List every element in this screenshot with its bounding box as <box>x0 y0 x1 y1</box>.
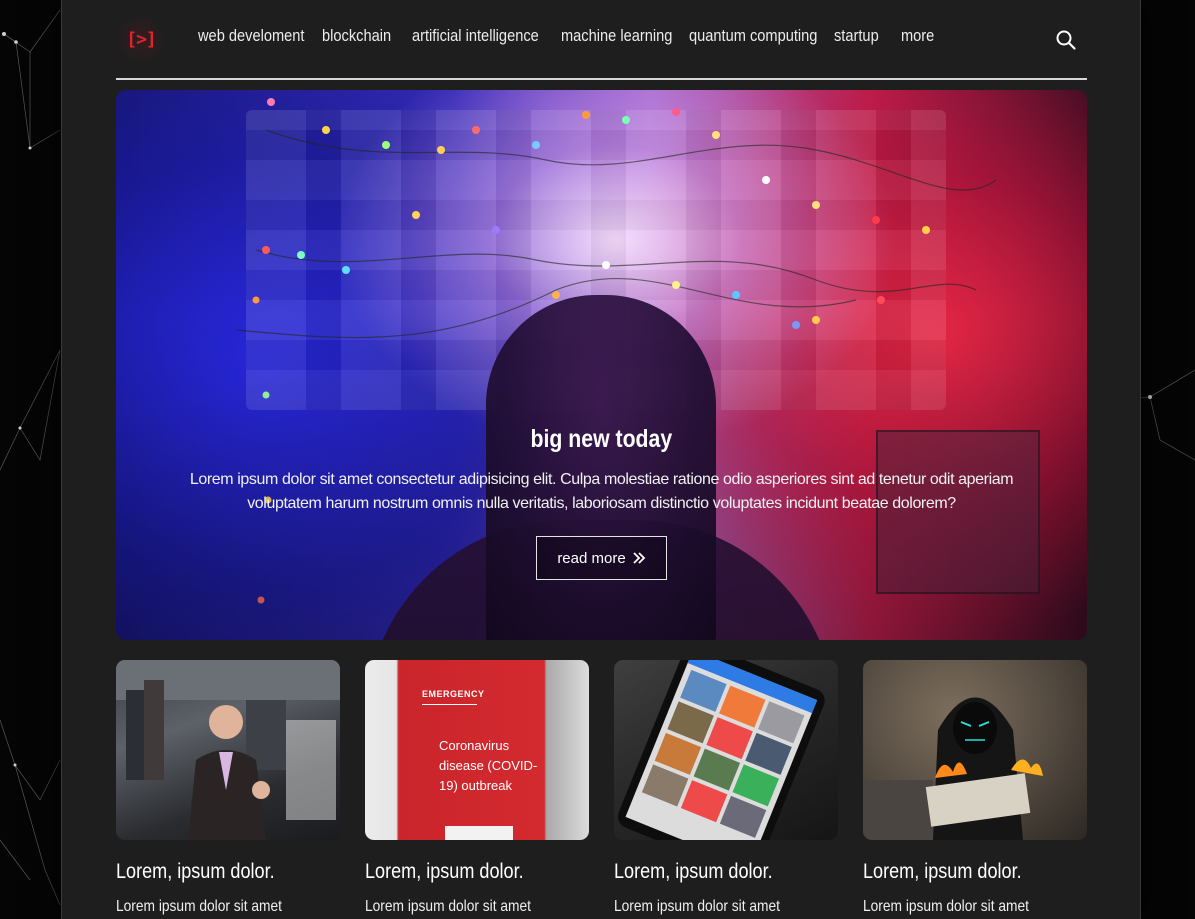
site-header: [>] web develoment blockchain artificial… <box>116 0 1087 80</box>
article-card-text: Lorem ipsum dolor sit amet <box>863 898 1029 915</box>
covid-notice-line: Coronavirus <box>439 738 510 753</box>
article-card-image[interactable] <box>116 660 340 840</box>
nav-item-web-development[interactable]: web develoment <box>198 26 305 46</box>
nav-item-more[interactable]: more <box>901 26 935 46</box>
covid-notice: Coronavirus disease (COVID- 19) outbreak <box>439 736 537 796</box>
site-logo[interactable]: [>] <box>116 14 166 64</box>
article-card-text: Lorem ipsum dolor sit amet <box>365 898 531 915</box>
double-chevron-right-icon <box>633 552 645 564</box>
article-card-title[interactable]: Lorem, ipsum dolor. <box>863 860 1056 884</box>
article-card-image[interactable]: EMERGENCY Coronavirus disease (COVID- 19… <box>365 660 589 840</box>
article-card[interactable]: Lorem, ipsum dolor. Lorem ipsum dolor si… <box>863 660 1087 916</box>
nav-item-startup[interactable]: startup <box>834 26 892 46</box>
emergency-underline <box>422 704 477 705</box>
notice-white-block <box>445 826 513 840</box>
nav-item-artificial-intelligence[interactable]: artificial intelligence <box>412 26 540 46</box>
article-card-image[interactable] <box>863 660 1087 840</box>
read-more-label: read more <box>557 549 626 567</box>
article-card-text: Lorem ipsum dolor sit amet <box>614 898 780 915</box>
nav-item-blockchain[interactable]: blockchain <box>322 26 399 46</box>
hero-banner: big new today Lorem ipsum dolor sit amet… <box>116 90 1087 640</box>
nav-item-quantum-computing[interactable]: quantum computing <box>689 26 817 46</box>
article-card-title[interactable]: Lorem, ipsum dolor. <box>116 860 309 884</box>
emergency-heading: EMERGENCY <box>422 689 485 699</box>
search-icon <box>1056 30 1076 50</box>
nav-item-machine-learning[interactable]: machine learning <box>561 26 672 46</box>
article-card[interactable]: EMERGENCY Coronavirus disease (COVID- 19… <box>365 660 589 916</box>
article-card-title[interactable]: Lorem, ipsum dolor. <box>614 860 807 884</box>
article-card-title[interactable]: Lorem, ipsum dolor. <box>365 860 558 884</box>
article-card[interactable]: Lorem, ipsum dolor. Lorem ipsum dolor si… <box>614 660 838 916</box>
read-more-button[interactable]: read more <box>536 536 667 580</box>
covid-notice-line: disease (COVID- <box>439 758 538 773</box>
search-button[interactable] <box>1054 28 1078 52</box>
hooded-figure-illustration <box>863 697 1043 840</box>
article-card[interactable]: Lorem, ipsum dolor. Lorem ipsum dolor si… <box>116 660 340 916</box>
speaker-illustration <box>116 660 340 840</box>
tablet-illustration <box>617 660 825 840</box>
article-card-image[interactable] <box>614 660 838 840</box>
page-container: [>] web develoment blockchain artificial… <box>61 0 1141 919</box>
hero-description: Lorem ipsum dolor sit amet consectetur a… <box>189 471 1014 512</box>
main-nav: web develoment blockchain artificial int… <box>198 26 941 46</box>
article-card-text: Lorem ipsum dolor sit amet <box>116 898 282 915</box>
covid-notice-line: 19) outbreak <box>439 778 512 793</box>
hero-title: big new today <box>530 425 673 453</box>
hero-content: big new today Lorem ipsum dolor sit amet… <box>116 425 1087 580</box>
